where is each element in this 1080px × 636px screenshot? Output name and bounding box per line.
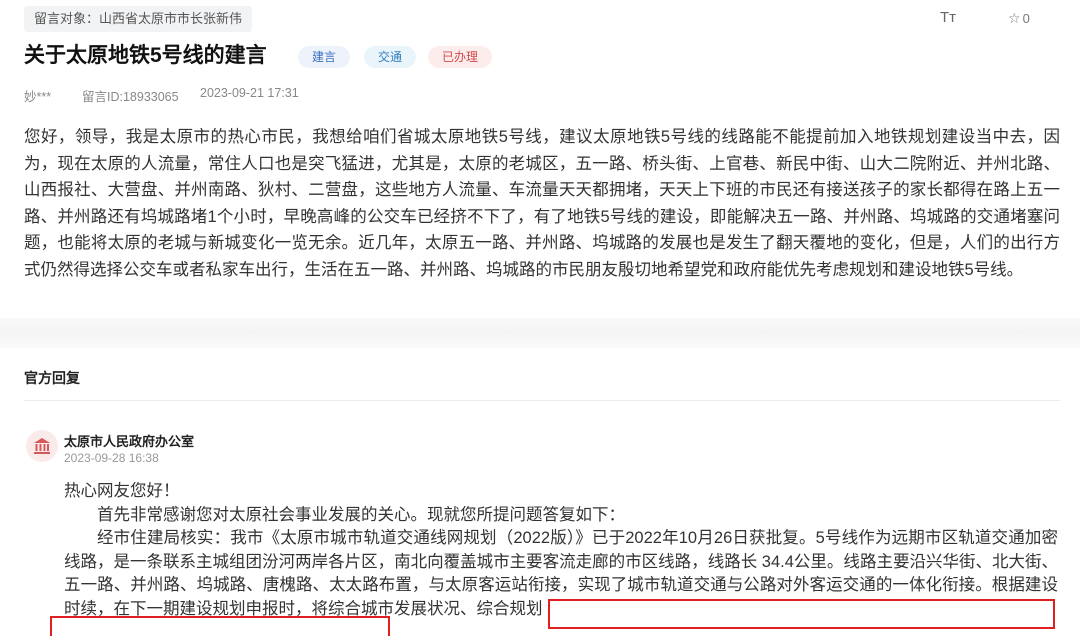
tag-traffic: 交通: [364, 46, 417, 68]
message-body: 您好，领导，我是太原市的热心市民，我想给咱们省城太原地铁5号线，建议太原地铁5号…: [24, 128, 1060, 279]
reply-paragraph: 首先非常感谢您对太原社会事业发展的关心。现就您所提问题答复如下：: [97, 505, 625, 524]
government-building-icon: [26, 430, 58, 462]
tag-suggestion: 建言: [298, 46, 351, 68]
font-size-icon[interactable]: Tт: [940, 9, 956, 26]
reply-greeting: 热心网友您好！: [64, 482, 180, 500]
favorite-count: 0: [1022, 11, 1030, 26]
reply-separator: [24, 400, 1060, 401]
reply-time: 2023-09-28 16:38: [64, 451, 159, 465]
author-name: 妙***: [24, 90, 52, 104]
tag-status: 已办理: [428, 46, 493, 68]
official-reply-heading: 官方回复: [24, 370, 80, 386]
highlight-box: [548, 599, 1055, 629]
message-date: 2023-09-21 17:31: [200, 86, 299, 100]
highlight-box: [50, 616, 390, 636]
page-title: 关于太原地铁5号线的建言: [24, 44, 267, 67]
reply-org-name: 太原市人民政府办公室: [64, 434, 195, 449]
recipient-badge: 留言对象：山西省太原市市长张新伟: [24, 6, 253, 32]
section-divider: [0, 318, 1080, 348]
star-icon: ☆: [1008, 10, 1021, 26]
message-id: 留言ID:18933065: [82, 90, 179, 104]
favorite-button[interactable]: ☆ 0: [1008, 10, 1030, 27]
